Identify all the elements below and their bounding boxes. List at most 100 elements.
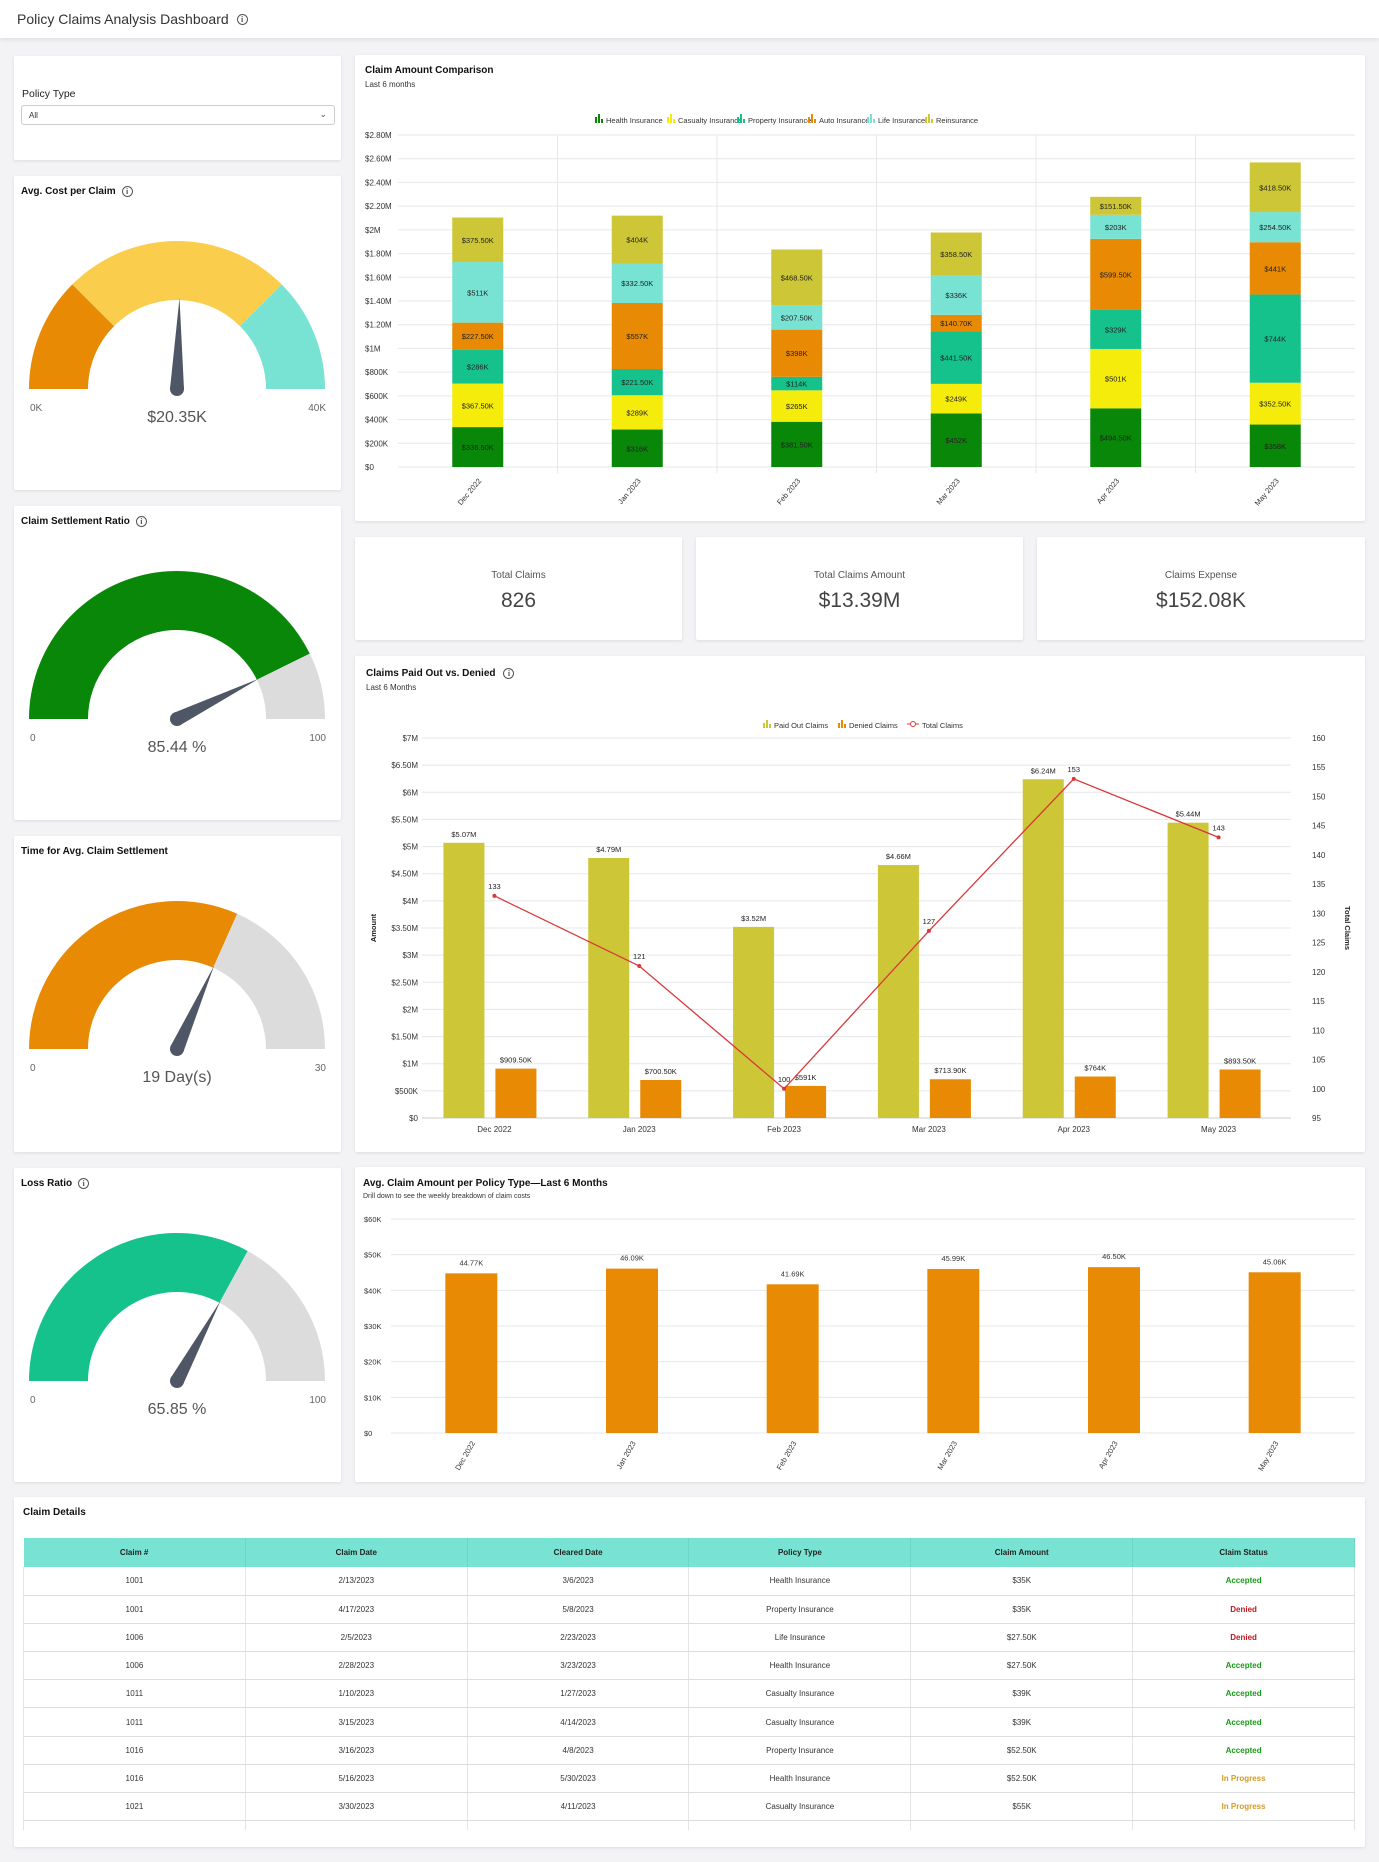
table-cell: Casualty Insurance <box>688 1679 912 1709</box>
y-tick-label: $1.60M <box>365 273 392 282</box>
data-label: $140.70K <box>940 319 972 328</box>
table-cell: Health Insurance <box>688 1567 912 1596</box>
table-row[interactable]: 1011 3/15/2023 4/14/2023 Casualty Insurance… <box>23 1707 1355 1737</box>
table-row[interactable]: 1016 5/16/2023 5/30/2023 Health Insurance $5… <box>23 1764 1355 1794</box>
gauge-value: 85.44 % <box>148 739 207 756</box>
bar <box>445 1273 498 1433</box>
data-label: $316K <box>626 444 648 453</box>
table-row[interactable]: 10215/6/20235/22/2023Casualty Insurance$… <box>23 1820 1355 1830</box>
table-row[interactable]: 1006 2/28/2023 3/23/2023 Health Insurance $2… <box>23 1651 1355 1681</box>
bar <box>1088 1267 1140 1433</box>
y-tick-label: $2M <box>402 1005 418 1014</box>
y2-tick-label: 130 <box>1312 909 1326 918</box>
legend-icon <box>670 114 672 123</box>
y-tick-label: $40K <box>364 1286 382 1295</box>
kpi-value: $13.39M <box>818 589 901 612</box>
legend-label: Life Insurance <box>878 116 925 125</box>
y-tick-label: $0 <box>365 463 374 472</box>
y-tick-label: $4M <box>402 897 418 906</box>
kpi-value: 826 <box>500 589 537 612</box>
data-label: $452K <box>945 436 967 445</box>
gauge-min-label: 0K <box>30 403 43 414</box>
column-header[interactable]: Claim Date <box>245 1538 468 1567</box>
total-claims-point <box>926 928 931 933</box>
legend-icon <box>673 119 675 123</box>
column-header[interactable]: Policy Type <box>688 1538 912 1567</box>
status-cell: Accepted <box>1132 1679 1355 1709</box>
column-header[interactable]: Claim Status <box>1132 1538 1355 1567</box>
table-row[interactable]: 1001 2/13/2023 3/6/2023 Health Insurance $35… <box>23 1567 1355 1596</box>
data-label: $441K <box>1264 264 1286 273</box>
gauge-band <box>29 901 238 1049</box>
info-icon[interactable]: i <box>236 13 248 25</box>
legend-icon <box>601 119 603 123</box>
y-tick-label: $6.50M <box>391 761 418 770</box>
data-label: $441.50K <box>940 354 972 363</box>
y2-tick-label: 155 <box>1312 763 1326 772</box>
legend-icon <box>844 724 846 728</box>
data-label: 121 <box>633 952 646 961</box>
table-cell: 2/13/2023 <box>245 1567 468 1596</box>
data-label: $289K <box>626 408 648 417</box>
column-header[interactable]: Claim Amount <box>910 1538 1134 1567</box>
data-label: $358.50K <box>940 250 972 259</box>
legend-icon <box>740 114 742 123</box>
table-cell: 1006 <box>23 1651 246 1681</box>
table-row[interactable]: 1016 3/16/2023 4/8/2023 Property Insurance $… <box>23 1736 1355 1765</box>
column-header[interactable]: Cleared Date <box>467 1538 690 1567</box>
x-tick-label: Apr 2023 <box>1097 1440 1120 1471</box>
data-label: $501K <box>1105 375 1127 384</box>
gauge-svg: 0 100 85.44 % <box>29 570 326 756</box>
x-tick-label: Dec 2022 <box>453 1440 477 1472</box>
column-header[interactable]: Claim # <box>23 1538 246 1567</box>
table-cell: 1021 <box>23 1792 246 1822</box>
table-row[interactable]: 1011 1/10/2023 1/27/2023 Casualty Insurance… <box>23 1679 1355 1709</box>
y-tick-label: $60K <box>364 1215 382 1224</box>
legend-label: Paid Out Claims <box>774 721 828 730</box>
data-label: $336K <box>945 291 967 300</box>
x-tick-label: Mar 2023 <box>912 1125 946 1134</box>
y-tick-label: $2.60M <box>365 155 392 164</box>
data-label: $3.52M <box>741 914 766 923</box>
table-cell: $52.50K <box>910 1736 1134 1765</box>
y2-tick-label: 100 <box>1312 1085 1326 1094</box>
table-cell: 4/8/2023 <box>467 1736 690 1765</box>
table-cell: $27.50K <box>910 1651 1134 1681</box>
data-label: $332.50K <box>621 279 653 288</box>
table-cell: $55K <box>910 1820 1134 1830</box>
x-tick-label: Jan 2023 <box>616 477 643 506</box>
y-tick-label: $400K <box>365 416 389 425</box>
data-label: $6.24M <box>1031 766 1056 775</box>
bar-paid-out <box>733 926 775 1118</box>
claim-details-table-wrap[interactable]: Claim # Claim Date Cleared Date Policy Type… <box>23 1538 1355 1830</box>
data-label: $557K <box>626 332 648 341</box>
y2-tick-label: 115 <box>1312 997 1325 1006</box>
loss-ratio-card: Loss Ratio i 0 100 65.85 % <box>14 1168 341 1482</box>
gauge-needle-hub <box>170 382 184 396</box>
gauge-needle <box>173 678 259 726</box>
data-label: $265K <box>786 402 808 411</box>
table-cell: $35K <box>910 1567 1134 1596</box>
y-tick-label: $5M <box>402 843 418 852</box>
status-cell: Accepted <box>1132 1651 1355 1681</box>
table-cell: 3/16/2023 <box>245 1736 468 1765</box>
table-row[interactable]: 1006 2/5/2023 2/23/2023 Life Insurance $27.5… <box>23 1623 1355 1653</box>
y-tick-label: $500K <box>395 1087 419 1096</box>
bar-paid-out <box>1022 779 1064 1118</box>
bar-paid-out <box>443 842 485 1118</box>
table-cell: 1/27/2023 <box>467 1679 690 1709</box>
y-tick-label: $4.50M <box>391 870 418 879</box>
total-claims-point <box>1216 835 1221 840</box>
gauge-svg: 0K 40K $20.35K <box>29 241 326 426</box>
y2-tick-label: 140 <box>1312 851 1326 860</box>
y-tick-label: $1.50M <box>391 1033 418 1042</box>
gauge-band <box>72 241 282 327</box>
table-row[interactable]: 1021 3/30/2023 4/11/2023 Casualty Insurance… <box>23 1792 1355 1822</box>
table-row[interactable]: 1001 4/17/2023 5/8/2023 Property Insurance $… <box>23 1595 1355 1624</box>
status-cell: Accepted <box>1132 1707 1355 1737</box>
table-cell: 3/6/2023 <box>467 1567 690 1596</box>
policy-type-select[interactable]: All ⌄ <box>21 105 335 125</box>
policy-type-selected: All <box>29 111 38 120</box>
data-label: 143 <box>1212 823 1225 832</box>
table-cell: 1001 <box>23 1595 246 1624</box>
